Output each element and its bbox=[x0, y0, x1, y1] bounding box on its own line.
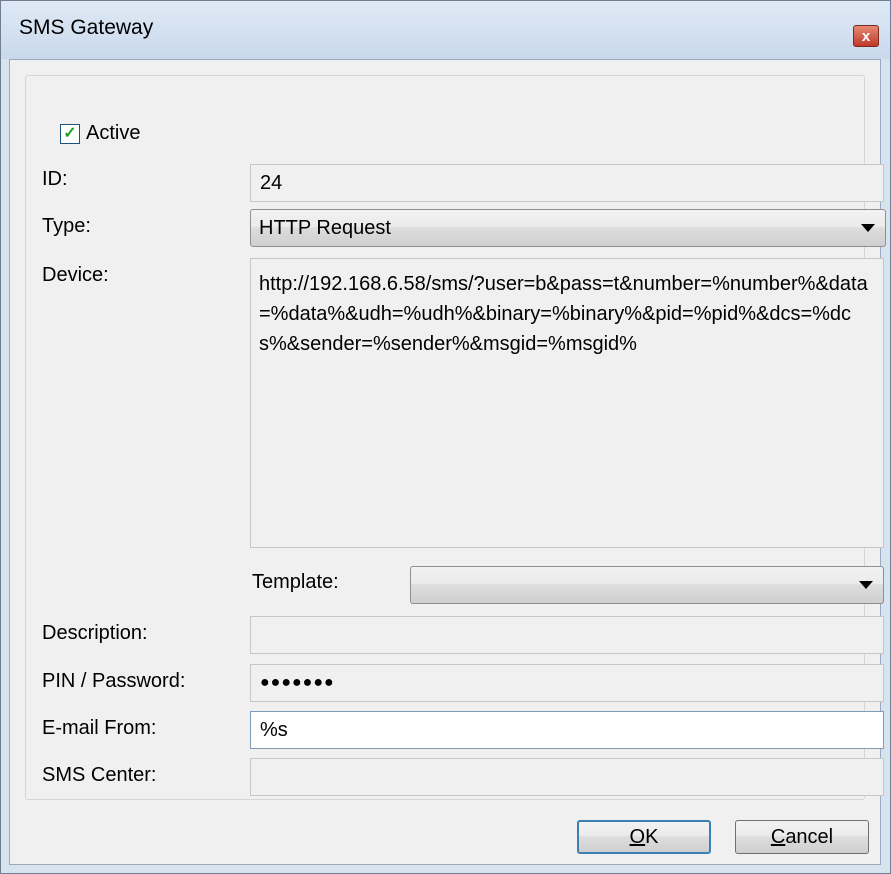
settings-panel: ✓ Active ID: 24 Type: HTTP Request Devic… bbox=[25, 75, 886, 800]
check-icon: ✓ bbox=[63, 125, 77, 142]
id-value: 24 bbox=[260, 171, 283, 194]
device-label: Device: bbox=[42, 264, 109, 286]
device-textarea[interactable]: http://192.168.6.58/sms/?user=b&pass=t&n… bbox=[250, 258, 884, 548]
cancel-button[interactable]: Cancel bbox=[735, 820, 869, 854]
pin-field[interactable]: ●●●●●●● bbox=[250, 664, 884, 702]
ok-label-rest: K bbox=[645, 825, 659, 848]
active-label[interactable]: Active bbox=[86, 122, 140, 145]
email-from-value: %s bbox=[260, 718, 288, 741]
window-title: SMS Gateway bbox=[19, 16, 154, 39]
title-bar: SMS Gateway x bbox=[1, 1, 890, 59]
description-label: Description: bbox=[42, 622, 148, 644]
close-icon: x bbox=[861, 27, 871, 45]
id-label: ID: bbox=[42, 168, 68, 190]
close-button[interactable]: x bbox=[853, 25, 879, 47]
type-value: HTTP Request bbox=[259, 216, 391, 239]
sms-center-field[interactable] bbox=[250, 758, 884, 796]
active-checkbox[interactable]: ✓ bbox=[60, 124, 80, 144]
cancel-label-rest: ancel bbox=[785, 825, 834, 848]
template-label: Template: bbox=[252, 571, 339, 593]
sms-gateway-dialog: SMS Gateway x ✓ Active ID: 24 Type: HTTP… bbox=[0, 0, 891, 874]
type-label: Type: bbox=[42, 215, 91, 237]
chevron-down-icon bbox=[859, 581, 873, 589]
pin-value: ●●●●●●● bbox=[260, 674, 335, 691]
dialog-body: ✓ Active ID: 24 Type: HTTP Request Devic… bbox=[9, 59, 886, 865]
email-from-field[interactable]: %s bbox=[250, 711, 884, 749]
cancel-mnemonic: C bbox=[770, 825, 786, 848]
sms-center-label: SMS Center: bbox=[42, 764, 157, 786]
pin-label: PIN / Password: bbox=[42, 670, 186, 692]
type-select[interactable]: HTTP Request bbox=[250, 209, 886, 247]
description-field[interactable] bbox=[250, 616, 884, 654]
email-from-label: E-mail From: bbox=[42, 717, 157, 739]
template-select[interactable] bbox=[410, 566, 884, 604]
ok-mnemonic: O bbox=[629, 825, 646, 848]
chevron-down-icon bbox=[861, 224, 875, 232]
id-field[interactable]: 24 bbox=[250, 164, 884, 202]
ok-button[interactable]: OK bbox=[577, 820, 711, 854]
